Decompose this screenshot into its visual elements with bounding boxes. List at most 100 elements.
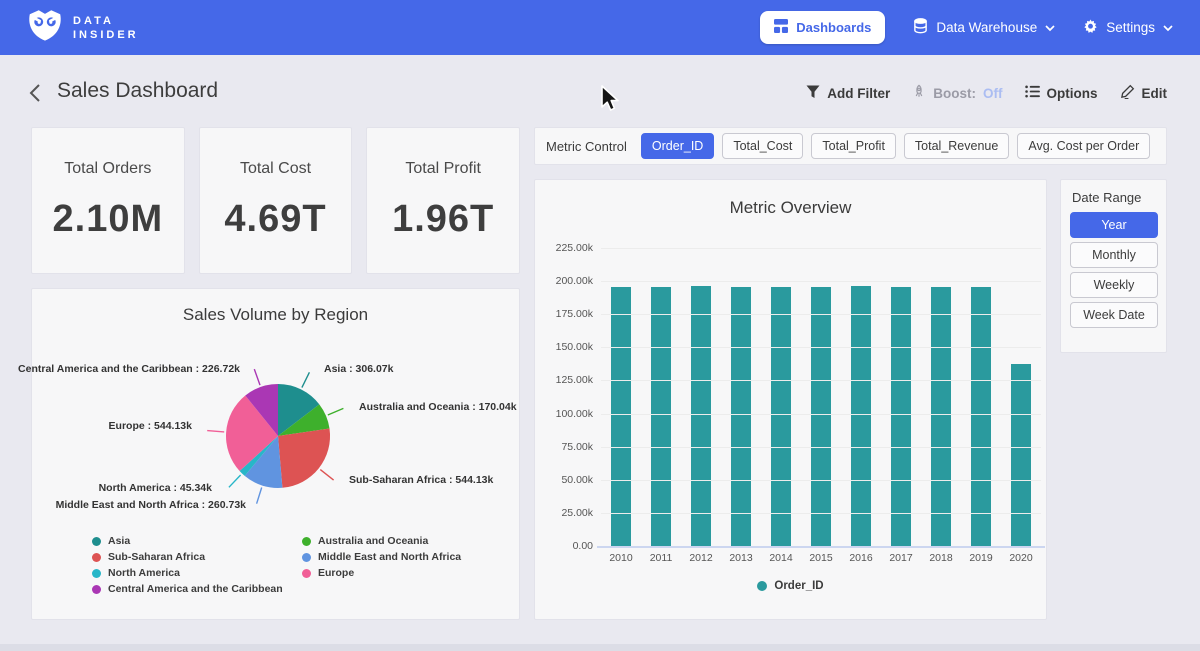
- date-range-buttons: Year Monthly Weekly Week Date: [1070, 212, 1157, 328]
- add-filter-button[interactable]: Add Filter: [806, 85, 890, 102]
- y-axis-tick: 0.00: [537, 540, 593, 552]
- gear-icon: [1083, 19, 1098, 37]
- dashboard-toolbar: Add Filter Boost: Off Options: [806, 84, 1167, 102]
- metric-chip-total-cost[interactable]: Total_Cost: [722, 133, 803, 159]
- date-range-panel: Date Range Year Monthly Weekly Week Date: [1060, 179, 1167, 353]
- legend-label: Sub-Saharan Africa: [108, 551, 205, 563]
- pie-slice-central-america-and-the-caribbean[interactable]: [245, 384, 278, 436]
- pie-legend-item-middle-east-and-north-africa[interactable]: Middle East and North Africa: [302, 549, 461, 565]
- bar-2012[interactable]: [691, 286, 711, 546]
- date-range-year[interactable]: Year: [1070, 212, 1158, 238]
- bar-slot: [601, 248, 641, 546]
- bar-2018[interactable]: [931, 287, 951, 546]
- x-axis-tick: 2016: [841, 552, 881, 564]
- metric-chip-total-revenue[interactable]: Total_Revenue: [904, 133, 1009, 159]
- metric-chip-order-id[interactable]: Order_ID: [641, 133, 714, 159]
- back-button[interactable]: [28, 83, 42, 108]
- bar-2013[interactable]: [731, 287, 751, 546]
- kpi-value: 4.69T: [200, 198, 352, 241]
- boost-state: Off: [983, 86, 1003, 101]
- options-label: Options: [1047, 86, 1098, 101]
- bar-2019[interactable]: [971, 287, 991, 546]
- options-button[interactable]: Options: [1025, 85, 1098, 101]
- y-axis-tick: 125.00k: [537, 374, 593, 386]
- pie-chart-title: Sales Volume by Region: [32, 305, 519, 325]
- dashboard-grid-icon: [774, 19, 788, 36]
- gridline: [601, 480, 1041, 481]
- pie-slice-europe[interactable]: [226, 396, 278, 472]
- x-axis-tick: 2011: [641, 552, 681, 564]
- brand-logo[interactable]: DATA INSIDER: [27, 8, 139, 47]
- bar-slot: [921, 248, 961, 546]
- bar-chart-legend[interactable]: Order_ID: [535, 580, 1046, 592]
- bar-slot: [761, 248, 801, 546]
- metric-chip-avg-cost-per-order[interactable]: Avg. Cost per Order: [1017, 133, 1150, 159]
- pie-label-north-america: North America : 45.34k: [99, 482, 212, 494]
- pie-legend-item-central-america-and-the-caribbean[interactable]: Central America and the Caribbean: [92, 581, 292, 597]
- pie-label-australia-and-oceania: Australia and Oceania : 170.04k: [359, 401, 517, 413]
- legend-label-order-id: Order_ID: [774, 580, 823, 592]
- pie-legend-item-north-america[interactable]: North America: [92, 565, 292, 581]
- bar-2011[interactable]: [651, 287, 671, 546]
- pie-legend-item-sub-saharan-africa[interactable]: Sub-Saharan Africa: [92, 549, 292, 565]
- pie-slice-asia[interactable]: [278, 384, 319, 436]
- pie-chart-card: Sales Volume by Region Asia Sub-Saharan A…: [31, 288, 520, 620]
- pie-callout-line: [207, 431, 224, 432]
- pencil-icon: [1120, 84, 1135, 102]
- boost-toggle[interactable]: Boost: Off: [912, 84, 1002, 102]
- nav-data-warehouse-label: Data Warehouse: [936, 20, 1037, 35]
- pie-legend-item-australia-and-oceania[interactable]: Australia and Oceania: [302, 533, 461, 549]
- date-range-week-date[interactable]: Week Date: [1070, 302, 1158, 328]
- bar-2014[interactable]: [771, 287, 791, 546]
- date-range-monthly[interactable]: Monthly: [1070, 242, 1158, 268]
- legend-dot-order-id: [757, 581, 767, 591]
- date-range-weekly[interactable]: Weekly: [1070, 272, 1158, 298]
- legend-dot: [302, 569, 311, 578]
- bar-2015[interactable]: [811, 287, 831, 546]
- y-axis-tick: 175.00k: [537, 308, 593, 320]
- pie-callout-line: [328, 408, 344, 415]
- bar-slot: [641, 248, 681, 546]
- y-axis-tick: 25.00k: [537, 507, 593, 519]
- bar-slot: [841, 248, 881, 546]
- bar-slot: [801, 248, 841, 546]
- kpi-card-total-orders: Total Orders2.10M: [31, 127, 185, 274]
- pie-slice-middle-east-and-north-africa[interactable]: [245, 436, 283, 488]
- gridline: [601, 380, 1041, 381]
- bar-chart-x-axis: 2010201120122013201420152016201720182019…: [601, 552, 1041, 564]
- add-filter-label: Add Filter: [827, 86, 890, 101]
- chevron-down-icon: [1045, 20, 1055, 35]
- date-range-label: Date Range: [1072, 190, 1157, 205]
- pie-slice-australia-and-oceania[interactable]: [278, 404, 330, 436]
- bar-slot: [1001, 248, 1041, 546]
- metric-chip-total-profit[interactable]: Total_Profit: [811, 133, 896, 159]
- x-axis-tick: 2020: [1001, 552, 1041, 564]
- bar-slot: [881, 248, 921, 546]
- y-axis-tick: 75.00k: [537, 441, 593, 453]
- bar-2016[interactable]: [851, 286, 871, 546]
- x-axis-tick: 2018: [921, 552, 961, 564]
- bar-2010[interactable]: [611, 287, 631, 546]
- legend-dot: [92, 569, 101, 578]
- mouse-cursor-icon: [598, 84, 622, 121]
- legend-label: Australia and Oceania: [318, 535, 428, 547]
- pie-callout-line: [257, 488, 262, 504]
- pie-legend-item-asia[interactable]: Asia: [92, 533, 292, 549]
- kpi-label: Total Orders: [32, 160, 184, 178]
- nav-dashboards-button[interactable]: Dashboards: [760, 11, 885, 44]
- pie-legend-item-europe[interactable]: Europe: [302, 565, 461, 581]
- nav-settings-label: Settings: [1106, 20, 1155, 35]
- nav-data-warehouse[interactable]: Data Warehouse: [913, 18, 1055, 37]
- nav-settings[interactable]: Settings: [1083, 19, 1173, 37]
- pie-slice-sub-saharan-africa[interactable]: [278, 429, 330, 488]
- pie-callout-line: [229, 475, 241, 487]
- edit-button[interactable]: Edit: [1120, 84, 1168, 102]
- pie-slice-north-america[interactable]: [240, 436, 278, 476]
- legend-label: Middle East and North Africa: [318, 551, 461, 563]
- gridline: [601, 447, 1041, 448]
- kpi-card-total-cost: Total Cost4.69T: [199, 127, 353, 274]
- bar-2020[interactable]: [1011, 364, 1031, 546]
- pie-chart-legend: Asia Sub-Saharan Africa North AmericaCentr…: [92, 533, 461, 597]
- gridline: [601, 347, 1041, 348]
- bar-2017[interactable]: [891, 287, 911, 546]
